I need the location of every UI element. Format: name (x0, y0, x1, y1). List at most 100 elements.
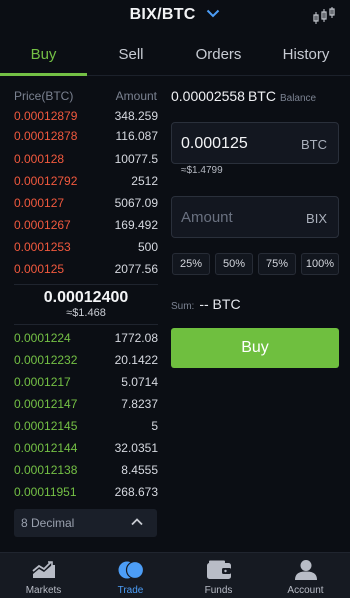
ask-price: 0.000125 (14, 262, 65, 276)
bid-amount: 1772.08 (114, 331, 158, 345)
percent-50-button[interactable]: 50% (215, 253, 253, 275)
ask-price: 0.00012878 (14, 129, 78, 143)
bid-price: 0.00012232 (14, 353, 78, 367)
price-fiat-estimate: ≈$1.4799 (181, 165, 223, 176)
bid-price: 0.00012144 (14, 441, 78, 455)
buy-button[interactable]: Buy (171, 328, 339, 368)
ask-amount: 500 (137, 240, 158, 254)
bid-price: 0.00012147 (14, 397, 78, 411)
bid-amount: 5.0714 (121, 375, 158, 389)
price-column-header: Price(BTC) (14, 89, 74, 103)
candlestick-chart-icon[interactable] (312, 6, 336, 26)
bid-amount: 7.8237 (121, 397, 158, 411)
tab-history[interactable]: History (262, 34, 350, 76)
bid-price: 0.0001224 (14, 331, 71, 345)
ask-amount: 5067.09 (114, 196, 158, 210)
ask-row[interactable]: 0.0001267 169.492 (0, 215, 158, 235)
bid-amount: 8.4555 (121, 463, 158, 477)
ask-price: 0.00012792 (14, 174, 78, 188)
bid-price: 0.00012138 (14, 463, 78, 477)
nav-funds[interactable]: Funds (175, 553, 262, 598)
chevron-up-icon (131, 518, 143, 526)
last-price-fiat: ≈$1.468 (66, 307, 106, 319)
bid-row[interactable]: 0.00012147 7.8237 (0, 394, 158, 414)
ask-row[interactable]: 0.000127 5067.09 (0, 193, 158, 213)
trade-tabs: Buy Sell Orders History (0, 34, 350, 76)
bottom-nav: Markets Trade Funds Account (0, 552, 350, 598)
amount-input[interactable]: Amount BIX (171, 196, 339, 238)
amount-placeholder: Amount (181, 209, 233, 226)
bid-price: 0.00011951 (14, 485, 77, 499)
ask-row[interactable]: 0.000128 10077.5 (0, 149, 158, 169)
percent-100-button[interactable]: 100% (301, 253, 339, 275)
active-tab-indicator (0, 73, 87, 76)
chevron-down-icon (207, 9, 220, 18)
balance-currency: BTC (247, 88, 276, 104)
ask-price: 0.00012879 (14, 109, 78, 123)
amount-column-header: Amount (115, 89, 157, 103)
bid-row[interactable]: 0.00012232 20.1422 (0, 350, 158, 370)
price-unit: BTC (301, 137, 327, 152)
ask-amount: 348.259 (114, 109, 158, 123)
bid-amount: 5 (151, 419, 158, 433)
last-price: 0.00012400 (43, 289, 129, 306)
bid-row[interactable]: 0.00011951 268.673 (0, 482, 158, 502)
account-icon (295, 560, 317, 580)
bid-price: 0.0001217 (14, 375, 71, 389)
nav-label: Trade (117, 585, 144, 596)
ask-amount: 10077.5 (114, 152, 158, 166)
nav-label: Funds (204, 585, 233, 596)
nav-account[interactable]: Account (262, 553, 349, 598)
ask-row[interactable]: 0.00012879 348.259 (0, 106, 158, 126)
ask-amount: 2077.56 (114, 262, 158, 276)
pair-selector[interactable]: BIX/BTC (0, 6, 350, 24)
bid-row[interactable]: 0.0001224 1772.08 (0, 328, 158, 348)
trade-icon (118, 560, 144, 580)
sum-display: Sum: -- BTC (171, 296, 241, 312)
ask-price: 0.0001267 (14, 218, 71, 232)
balance-display: 0.00002558 BTC Balance (171, 88, 316, 104)
ask-row[interactable]: 0.00012792 2512 (0, 171, 158, 191)
tab-sell[interactable]: Sell (87, 34, 175, 76)
markets-icon (32, 561, 55, 578)
ask-price: 0.0001253 (14, 240, 71, 254)
ask-row[interactable]: 0.000125 2077.56 (0, 259, 158, 279)
nav-label: Markets (25, 585, 62, 596)
bid-amount: 20.1422 (114, 353, 158, 367)
divider (14, 324, 158, 325)
bid-price: 0.00012145 (14, 419, 78, 433)
nav-markets[interactable]: Markets (0, 553, 87, 598)
decimal-selector[interactable]: 8 Decimal (14, 509, 157, 537)
bid-amount: 268.673 (114, 485, 158, 499)
bid-row[interactable]: 0.00012145 5 (0, 416, 158, 436)
bid-amount: 32.0351 (114, 441, 158, 455)
bid-row[interactable]: 0.00012138 8.4555 (0, 460, 158, 480)
bid-row[interactable]: 0.0001217 5.0714 (0, 372, 158, 392)
top-bar: BIX/BTC (0, 0, 350, 34)
divider (14, 284, 158, 285)
sum-label: Sum: (171, 301, 195, 312)
ask-price: 0.000127 (14, 196, 65, 210)
ask-amount: 2512 (131, 174, 158, 188)
tab-buy[interactable]: Buy (0, 34, 87, 76)
bid-row[interactable]: 0.00012144 32.0351 (0, 438, 158, 458)
balance-label: Balance (279, 93, 317, 104)
ask-amount: 116.087 (115, 129, 159, 143)
pair-label: BIX/BTC (129, 6, 196, 23)
tab-orders[interactable]: Orders (175, 34, 262, 76)
ask-row[interactable]: 0.00012878 116.087 (0, 126, 158, 146)
ask-row[interactable]: 0.0001253 500 (0, 237, 158, 257)
percent-75-button[interactable]: 75% (258, 253, 296, 275)
balance-value: 0.00002558 (171, 88, 245, 104)
price-input[interactable]: 0.000125 BTC (171, 122, 339, 164)
decimal-label: 8 Decimal (21, 516, 75, 530)
ask-price: 0.000128 (14, 152, 65, 166)
amount-unit: BIX (306, 211, 327, 226)
nav-label: Account (287, 585, 324, 596)
sum-value: -- BTC (199, 296, 241, 312)
nav-trade[interactable]: Trade (87, 553, 174, 598)
funds-icon (207, 560, 231, 579)
ask-amount: 169.492 (114, 218, 158, 232)
percent-25-button[interactable]: 25% (172, 253, 210, 275)
price-input-value: 0.000125 (181, 135, 248, 152)
